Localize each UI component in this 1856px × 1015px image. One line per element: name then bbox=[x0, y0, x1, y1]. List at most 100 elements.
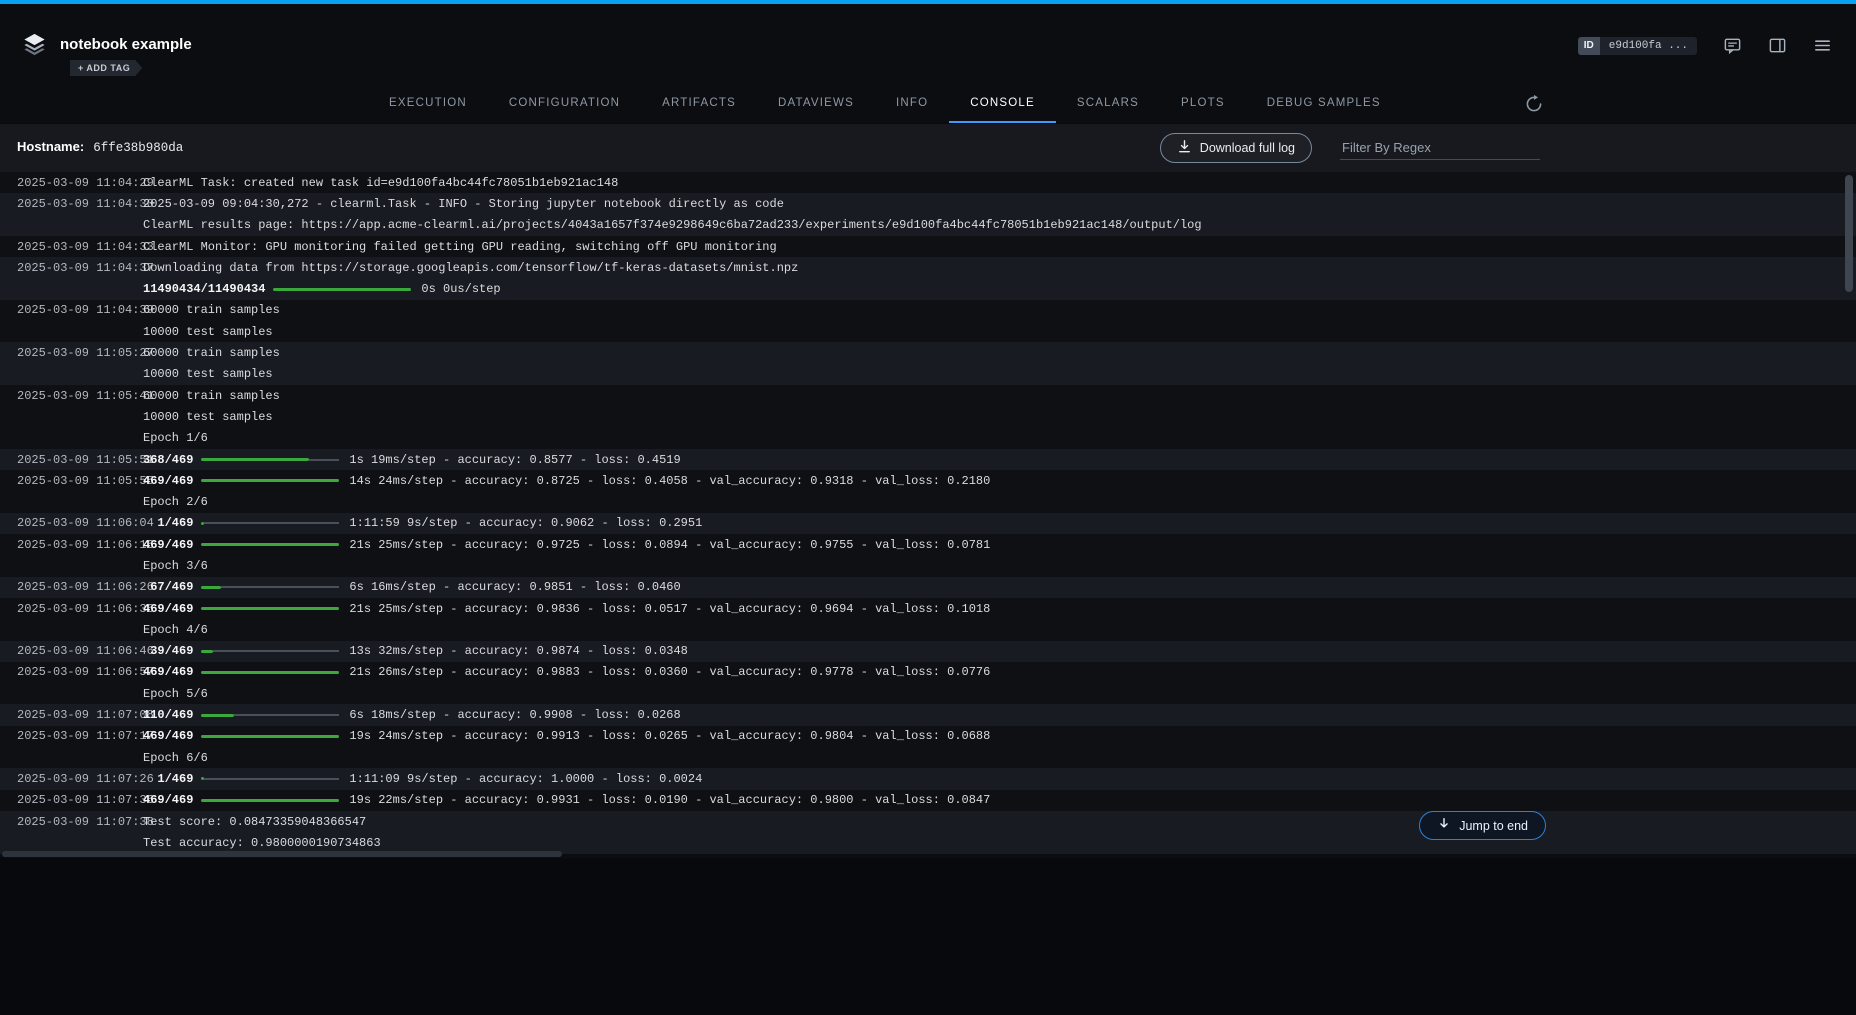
details-panel-icon[interactable] bbox=[1768, 36, 1787, 55]
log-message: 60000 train samples bbox=[143, 346, 280, 360]
clearml-logo bbox=[21, 31, 48, 63]
tab-info[interactable]: INFO bbox=[875, 85, 949, 123]
log-timestamp: 2025-03-09 11:06:46 bbox=[0, 644, 143, 658]
progress-bar bbox=[201, 714, 339, 717]
log-message: 1/4691:11:59 9s/step - accuracy: 0.9062 … bbox=[143, 516, 702, 530]
task-id-badge[interactable]: ID e9d100fa ... bbox=[1578, 37, 1697, 55]
hostname-label: Hostname: bbox=[17, 139, 84, 154]
log-entry: 2025-03-09 11:05:4160000 train samples10… bbox=[0, 385, 1856, 449]
log-row: 2025-03-09 11:07:17469/46919s 24ms/step … bbox=[0, 726, 1856, 747]
log-row: 2025-03-09 11:05:4160000 train samples bbox=[0, 385, 1856, 406]
log-row: Epoch 3/6 bbox=[0, 555, 1856, 576]
log-message: 10000 test samples bbox=[143, 325, 273, 339]
vertical-scrollbar bbox=[1845, 175, 1853, 855]
log-message: ClearML Monitor: GPU monitoring failed g… bbox=[143, 240, 777, 254]
log-entry: 2025-03-09 11:04:37Downloading data from… bbox=[0, 257, 1856, 300]
log-timestamp: 2025-03-09 11:05:55 bbox=[0, 474, 143, 488]
log-timestamp: 2025-03-09 11:04:30 bbox=[0, 197, 143, 211]
jump-to-end-icon bbox=[1437, 817, 1451, 834]
log-row: 2025-03-09 11:07:36469/46919s 22ms/step … bbox=[0, 790, 1856, 811]
log-message: 110/4696s 18ms/step - accuracy: 0.9908 -… bbox=[143, 708, 681, 722]
tab-plots[interactable]: PLOTS bbox=[1160, 85, 1246, 123]
log-entry: 2025-03-09 11:07:26 1/4691:11:09 9s/step… bbox=[0, 768, 1856, 789]
log-entry: 2025-03-09 11:06:36469/46921s 25ms/step … bbox=[0, 598, 1856, 641]
tab-execution[interactable]: EXECUTION bbox=[368, 85, 488, 123]
console-log-viewport: 2025-03-09 11:04:29ClearML Task: created… bbox=[0, 172, 1856, 858]
log-row: 2025-03-09 11:05:51368/4691s 19ms/step -… bbox=[0, 449, 1856, 470]
tab-bar-items: EXECUTIONCONFIGURATIONARTIFACTSDATAVIEWS… bbox=[368, 85, 1402, 123]
progress-bar bbox=[201, 607, 339, 610]
progress-bar bbox=[201, 735, 339, 738]
progress-stats: 0s 0us/step bbox=[421, 282, 500, 296]
download-full-log-button[interactable]: Download full log bbox=[1160, 133, 1312, 163]
vertical-scrollbar-thumb[interactable] bbox=[1845, 175, 1853, 292]
log-entry: 2025-03-09 11:04:3960000 train samples 10… bbox=[0, 300, 1856, 343]
log-entry: 2025-03-09 11:05:51368/4691s 19ms/step -… bbox=[0, 449, 1856, 470]
log-entry: 2025-03-09 11:04:29ClearML Task: created… bbox=[0, 172, 1856, 193]
log-message: 469/46914s 24ms/step - accuracy: 0.8725 … bbox=[143, 474, 990, 488]
log-row: 10000 test samples bbox=[0, 406, 1856, 427]
log-entry: 2025-03-09 11:04:33ClearML Monitor: GPU … bbox=[0, 236, 1856, 257]
title-block: notebook example + ADD TAG bbox=[60, 36, 192, 76]
log-timestamp: 2025-03-09 11:05:41 bbox=[0, 389, 143, 403]
tab-scalars[interactable]: SCALARS bbox=[1056, 85, 1160, 123]
tab-debug-samples[interactable]: DEBUG SAMPLES bbox=[1246, 85, 1402, 123]
experiment-title: notebook example bbox=[60, 36, 192, 53]
log-entry: 2025-03-09 11:06:04 1/4691:11:59 9s/step… bbox=[0, 513, 1856, 534]
log-row: 2025-03-09 11:07:08110/4696s 18ms/step -… bbox=[0, 704, 1856, 725]
progress-count: 469/469 bbox=[143, 665, 193, 679]
tab-console[interactable]: CONSOLE bbox=[949, 85, 1056, 123]
log-row: 2025-03-09 11:04:37Downloading data from… bbox=[0, 257, 1856, 278]
log-message: Epoch 5/6 bbox=[143, 687, 208, 701]
feedback-icon[interactable] bbox=[1723, 36, 1742, 55]
jump-to-end-button[interactable]: Jump to end bbox=[1419, 811, 1546, 840]
progress-count: 368/469 bbox=[143, 453, 193, 467]
progress-stats: 1:11:09 9s/step - accuracy: 1.0000 - los… bbox=[349, 772, 702, 786]
progress-count: 67/469 bbox=[143, 580, 193, 594]
log-timestamp: 2025-03-09 11:07:17 bbox=[0, 729, 143, 743]
log-timestamp: 2025-03-09 11:04:37 bbox=[0, 261, 143, 275]
log-timestamp: 2025-03-09 11:05:27 bbox=[0, 346, 143, 360]
progress-bar bbox=[201, 458, 339, 461]
progress-stats: 13s 32ms/step - accuracy: 0.9874 - loss:… bbox=[349, 644, 687, 658]
log-timestamp: 2025-03-09 11:04:29 bbox=[0, 176, 143, 190]
tab-dataviews[interactable]: DATAVIEWS bbox=[757, 85, 875, 123]
tab-configuration[interactable]: CONFIGURATION bbox=[488, 85, 641, 123]
progress-stats: 14s 24ms/step - accuracy: 0.8725 - loss:… bbox=[349, 474, 990, 488]
progress-stats: 21s 25ms/step - accuracy: 0.9725 - loss:… bbox=[349, 538, 990, 552]
progress-stats: 19s 22ms/step - accuracy: 0.9931 - loss:… bbox=[349, 793, 990, 807]
log-row: 2025-03-09 11:04:3960000 train samples bbox=[0, 300, 1856, 321]
regex-filter-input[interactable] bbox=[1340, 136, 1540, 160]
progress-bar bbox=[201, 543, 339, 546]
tab-artifacts[interactable]: ARTIFACTS bbox=[641, 85, 757, 123]
refresh-icon[interactable] bbox=[1524, 94, 1544, 119]
log-row: 10000 test samples bbox=[0, 364, 1856, 385]
log-row: Epoch 6/6 bbox=[0, 747, 1856, 768]
horizontal-scrollbar-thumb[interactable] bbox=[2, 851, 562, 857]
progress-stats: 21s 26ms/step - accuracy: 0.9883 - loss:… bbox=[349, 665, 990, 679]
log-message: 60000 train samples bbox=[143, 389, 280, 403]
log-row: ClearML results page: https://app.acme-c… bbox=[0, 215, 1856, 236]
log-message: ClearML Task: created new task id=e9d100… bbox=[143, 176, 618, 190]
progress-bar bbox=[201, 777, 339, 780]
progress-count: 1/469 bbox=[143, 772, 193, 786]
menu-icon[interactable] bbox=[1813, 36, 1832, 55]
log-timestamp: 2025-03-09 11:07:08 bbox=[0, 708, 143, 722]
header-actions: ID e9d100fa ... bbox=[1578, 36, 1832, 55]
log-message: Epoch 3/6 bbox=[143, 559, 208, 573]
log-message: 10000 test samples bbox=[143, 367, 273, 381]
log-entry: 2025-03-09 11:06:16469/46921s 25ms/step … bbox=[0, 534, 1856, 577]
progress-stats: 1s 19ms/step - accuracy: 0.8577 - loss: … bbox=[349, 453, 680, 467]
log-row: 2025-03-09 11:06:26 67/4696s 16ms/step -… bbox=[0, 577, 1856, 598]
log-message: 469/46919s 24ms/step - accuracy: 0.9913 … bbox=[143, 729, 990, 743]
log-row: 2025-03-09 11:06:57469/46921s 26ms/step … bbox=[0, 662, 1856, 683]
console-toolbar: Hostname:6ffe38b980da Download full log bbox=[0, 123, 1856, 172]
log-row: Epoch 1/6 bbox=[0, 428, 1856, 449]
add-tag-button[interactable]: + ADD TAG bbox=[70, 60, 142, 76]
footer-void bbox=[0, 858, 1856, 1015]
log-entry: 2025-03-09 11:06:46 39/46913s 32ms/step … bbox=[0, 641, 1856, 662]
log-timestamp: 2025-03-09 11:06:16 bbox=[0, 538, 143, 552]
log-entry: 2025-03-09 11:06:57469/46921s 26ms/step … bbox=[0, 662, 1856, 705]
log-message: 469/469 21s 26ms/step - accuracy: 0.9883 … bbox=[143, 665, 990, 679]
log-row: 2025-03-09 11:05:55469/46914s 24ms/step … bbox=[0, 470, 1856, 491]
